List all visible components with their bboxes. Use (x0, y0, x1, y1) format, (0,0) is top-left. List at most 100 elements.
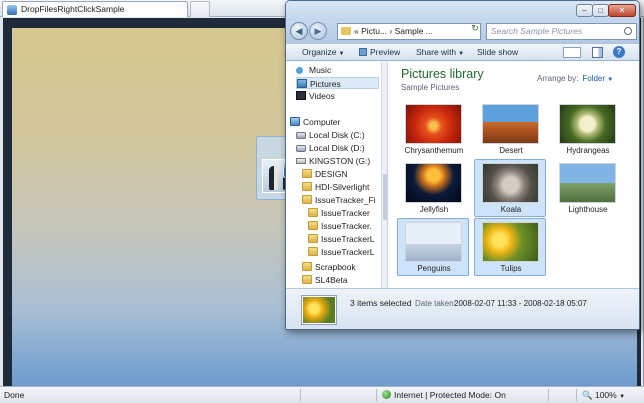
close-button[interactable]: ✕ (608, 4, 636, 17)
file-name: Koala (500, 205, 522, 214)
new-tab-button[interactable] (190, 1, 210, 17)
file-item-hydrangeas[interactable]: Hydrangeas (551, 100, 623, 158)
organize-button[interactable]: Organize ▼ (302, 47, 344, 57)
file-item-koala[interactable]: Koala (474, 159, 546, 217)
address-bar[interactable]: « Pictu... › Sample ... (337, 23, 481, 40)
browser-status-bar: Done Internet | Protected Mode: On 🔍 100… (0, 386, 644, 403)
share-with-button[interactable]: Share with ▼ (416, 47, 464, 57)
back-button[interactable]: ◀ (290, 22, 308, 40)
file-list-pane: Pictures library Sample Pictures Arrange… (389, 62, 639, 288)
nav-item-label: Local Disk (D:) (309, 143, 365, 153)
chevron-down-icon: ▼ (619, 394, 626, 400)
file-item-penguins[interactable]: Penguins (397, 218, 469, 276)
nav-item-music[interactable]: Music (296, 64, 331, 76)
file-item-lighthouse[interactable]: Lighthouse (551, 159, 623, 217)
nav-item-folder[interactable]: SL4Beta (302, 274, 348, 286)
nav-scrollbar[interactable] (381, 62, 387, 288)
nav-item-folder[interactable]: IssueTracker_Fi (302, 194, 376, 206)
maximize-button[interactable]: □ (592, 4, 609, 17)
nav-item-local-disk-c[interactable]: Local Disk (C:) (296, 129, 365, 141)
arrange-by-value: Folder (582, 74, 606, 83)
image-thumbnail (559, 163, 616, 203)
nav-item-folder[interactable]: IssueTracker (308, 207, 370, 219)
zoom-icon: 🔍 (582, 390, 593, 400)
navigation-pane: Music Pictures Videos Computer Local Dis… (286, 62, 388, 288)
library-subtitle[interactable]: Sample Pictures (401, 83, 459, 92)
nav-item-computer[interactable]: Computer (290, 116, 340, 128)
file-item-tulips[interactable]: Tulips (474, 218, 546, 276)
security-zone[interactable]: Internet | Protected Mode: On (382, 390, 506, 400)
preview-pane-icon[interactable] (592, 47, 603, 58)
nav-item-folder[interactable]: DESIGN (302, 168, 348, 180)
folder-icon (302, 262, 312, 271)
nav-item-kingston-g[interactable]: KINGSTON (G:) (296, 155, 370, 167)
refresh-button[interactable]: ↻ (468, 23, 482, 36)
nav-item-label: Pictures (310, 79, 341, 89)
nav-item-label: IssueTrackerL (321, 234, 375, 244)
folder-icon (302, 182, 312, 191)
search-input[interactable]: Search Sample Pictures (486, 23, 637, 40)
help-icon[interactable]: ? (613, 46, 625, 58)
nav-item-folder[interactable]: HDI-Silverlight (302, 181, 369, 193)
slide-show-button[interactable]: Slide show (477, 47, 518, 57)
address-path: « Pictu... › Sample ... (354, 26, 433, 36)
nav-item-label: KINGSTON (G:) (309, 156, 371, 166)
nav-item-label: Computer (303, 117, 341, 127)
views-icon[interactable] (563, 47, 581, 58)
file-item-chrysanthemum[interactable]: Chrysanthemum (397, 100, 469, 158)
image-thumbnail (482, 222, 539, 262)
nav-item-label: SL4Beta (315, 275, 348, 285)
folder-icon (308, 234, 318, 243)
page-favicon-icon (7, 5, 17, 15)
nav-item-label: Local Disk (C:) (309, 130, 365, 140)
file-name: Chrysanthemum (404, 146, 464, 155)
nav-item-label: IssueTracker. (321, 221, 372, 231)
pictures-icon (297, 79, 307, 88)
internet-zone-icon (382, 390, 391, 399)
scrollbar-thumb[interactable] (383, 174, 387, 220)
organize-label: Organize (302, 47, 337, 57)
chevron-down-icon: ▼ (338, 51, 345, 57)
image-thumbnail (405, 163, 462, 203)
minimize-button[interactable]: – (576, 4, 593, 17)
file-item-jellyfish[interactable]: Jellyfish (397, 159, 469, 217)
browser-tab-title: DropFilesRightClickSample (21, 4, 125, 14)
zoom-level-button[interactable]: 🔍 100% ▼ (582, 390, 625, 401)
arrange-by-dropdown[interactable]: Folder ▼ (582, 74, 613, 83)
file-name: Lighthouse (568, 205, 608, 214)
slide-show-label: Slide show (477, 47, 519, 57)
chevron-down-icon: ▼ (607, 77, 614, 83)
nav-item-folder[interactable]: Scrapbook (302, 261, 356, 273)
file-item-desert[interactable]: Desert (474, 100, 546, 158)
image-thumbnail (559, 104, 616, 144)
nav-item-folder[interactable]: IssueTrackerL (308, 246, 375, 258)
image-thumbnail (405, 104, 462, 144)
date-taken-value: 2008-02-07 11:33 - 2008-02-18 05:07 (454, 299, 587, 308)
folder-icon (302, 275, 312, 284)
nav-item-pictures[interactable]: Pictures (296, 77, 379, 89)
window-caption-bar[interactable]: – □ ✕ (286, 1, 639, 21)
selection-thumbnail (302, 296, 336, 324)
image-thumbnail (405, 222, 462, 262)
status-divider (576, 389, 577, 401)
nav-item-folder[interactable]: IssueTrackerL (308, 233, 375, 245)
image-thumbnail (482, 163, 539, 203)
status-text: Done (4, 390, 25, 400)
forward-button[interactable]: ▶ (309, 22, 327, 40)
nav-item-folder[interactable]: IssueTracker. (308, 220, 372, 232)
zoom-level-label: 100% (594, 390, 617, 400)
browser-tab[interactable]: DropFilesRightClickSample (2, 1, 188, 17)
preview-button[interactable]: Preview (359, 47, 400, 57)
computer-icon (290, 117, 300, 126)
selection-count: 3 items selected (350, 298, 412, 308)
nav-item-label: IssueTracker_Fi (315, 195, 376, 205)
nav-item-local-disk-d[interactable]: Local Disk (D:) (296, 142, 365, 154)
file-name: Desert (499, 146, 523, 155)
nav-item-videos[interactable]: Videos (296, 90, 335, 102)
folder-icon (308, 221, 318, 230)
file-name: Jellyfish (419, 205, 449, 214)
search-placeholder: Search Sample Pictures (491, 26, 583, 36)
search-icon (624, 27, 632, 35)
folder-icon (308, 208, 318, 217)
nav-item-label: DESIGN (315, 169, 348, 179)
